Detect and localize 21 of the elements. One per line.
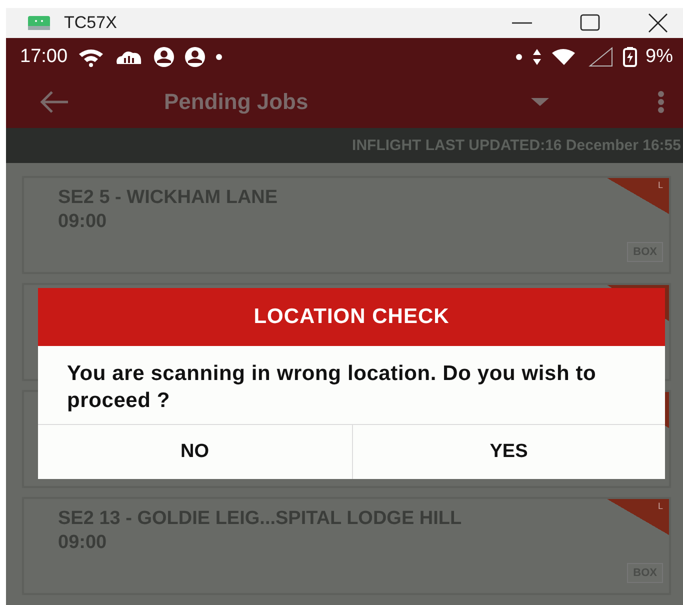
- status-time: 17:00: [20, 46, 68, 68]
- back-arrow-icon[interactable]: [38, 90, 70, 114]
- dot-icon: [514, 52, 523, 60]
- dialog-title: LOCATION CHECK: [254, 305, 450, 329]
- data-arrows-icon: [532, 48, 542, 66]
- screen-title: Pending Jobs: [164, 88, 310, 114]
- dropdown-caret-icon[interactable]: [531, 96, 549, 106]
- battery-icon: [622, 46, 637, 66]
- dot-icon: [214, 52, 223, 60]
- cell-signal-icon: [588, 46, 614, 66]
- account-icon: [152, 46, 175, 66]
- flag-letter: L: [658, 501, 663, 511]
- wifi-icon: [76, 46, 105, 66]
- flag-letter: L: [658, 180, 663, 190]
- android-app-icon: [28, 16, 50, 30]
- dialog-message: You are scanning in wrong location. Do you wish to proceed ?: [66, 361, 598, 414]
- battery-level: 9%: [646, 46, 673, 68]
- window-title: TC57X: [64, 13, 118, 33]
- more-options-icon[interactable]: [657, 90, 665, 114]
- close-icon[interactable]: [647, 12, 669, 34]
- account-icon: [184, 46, 206, 66]
